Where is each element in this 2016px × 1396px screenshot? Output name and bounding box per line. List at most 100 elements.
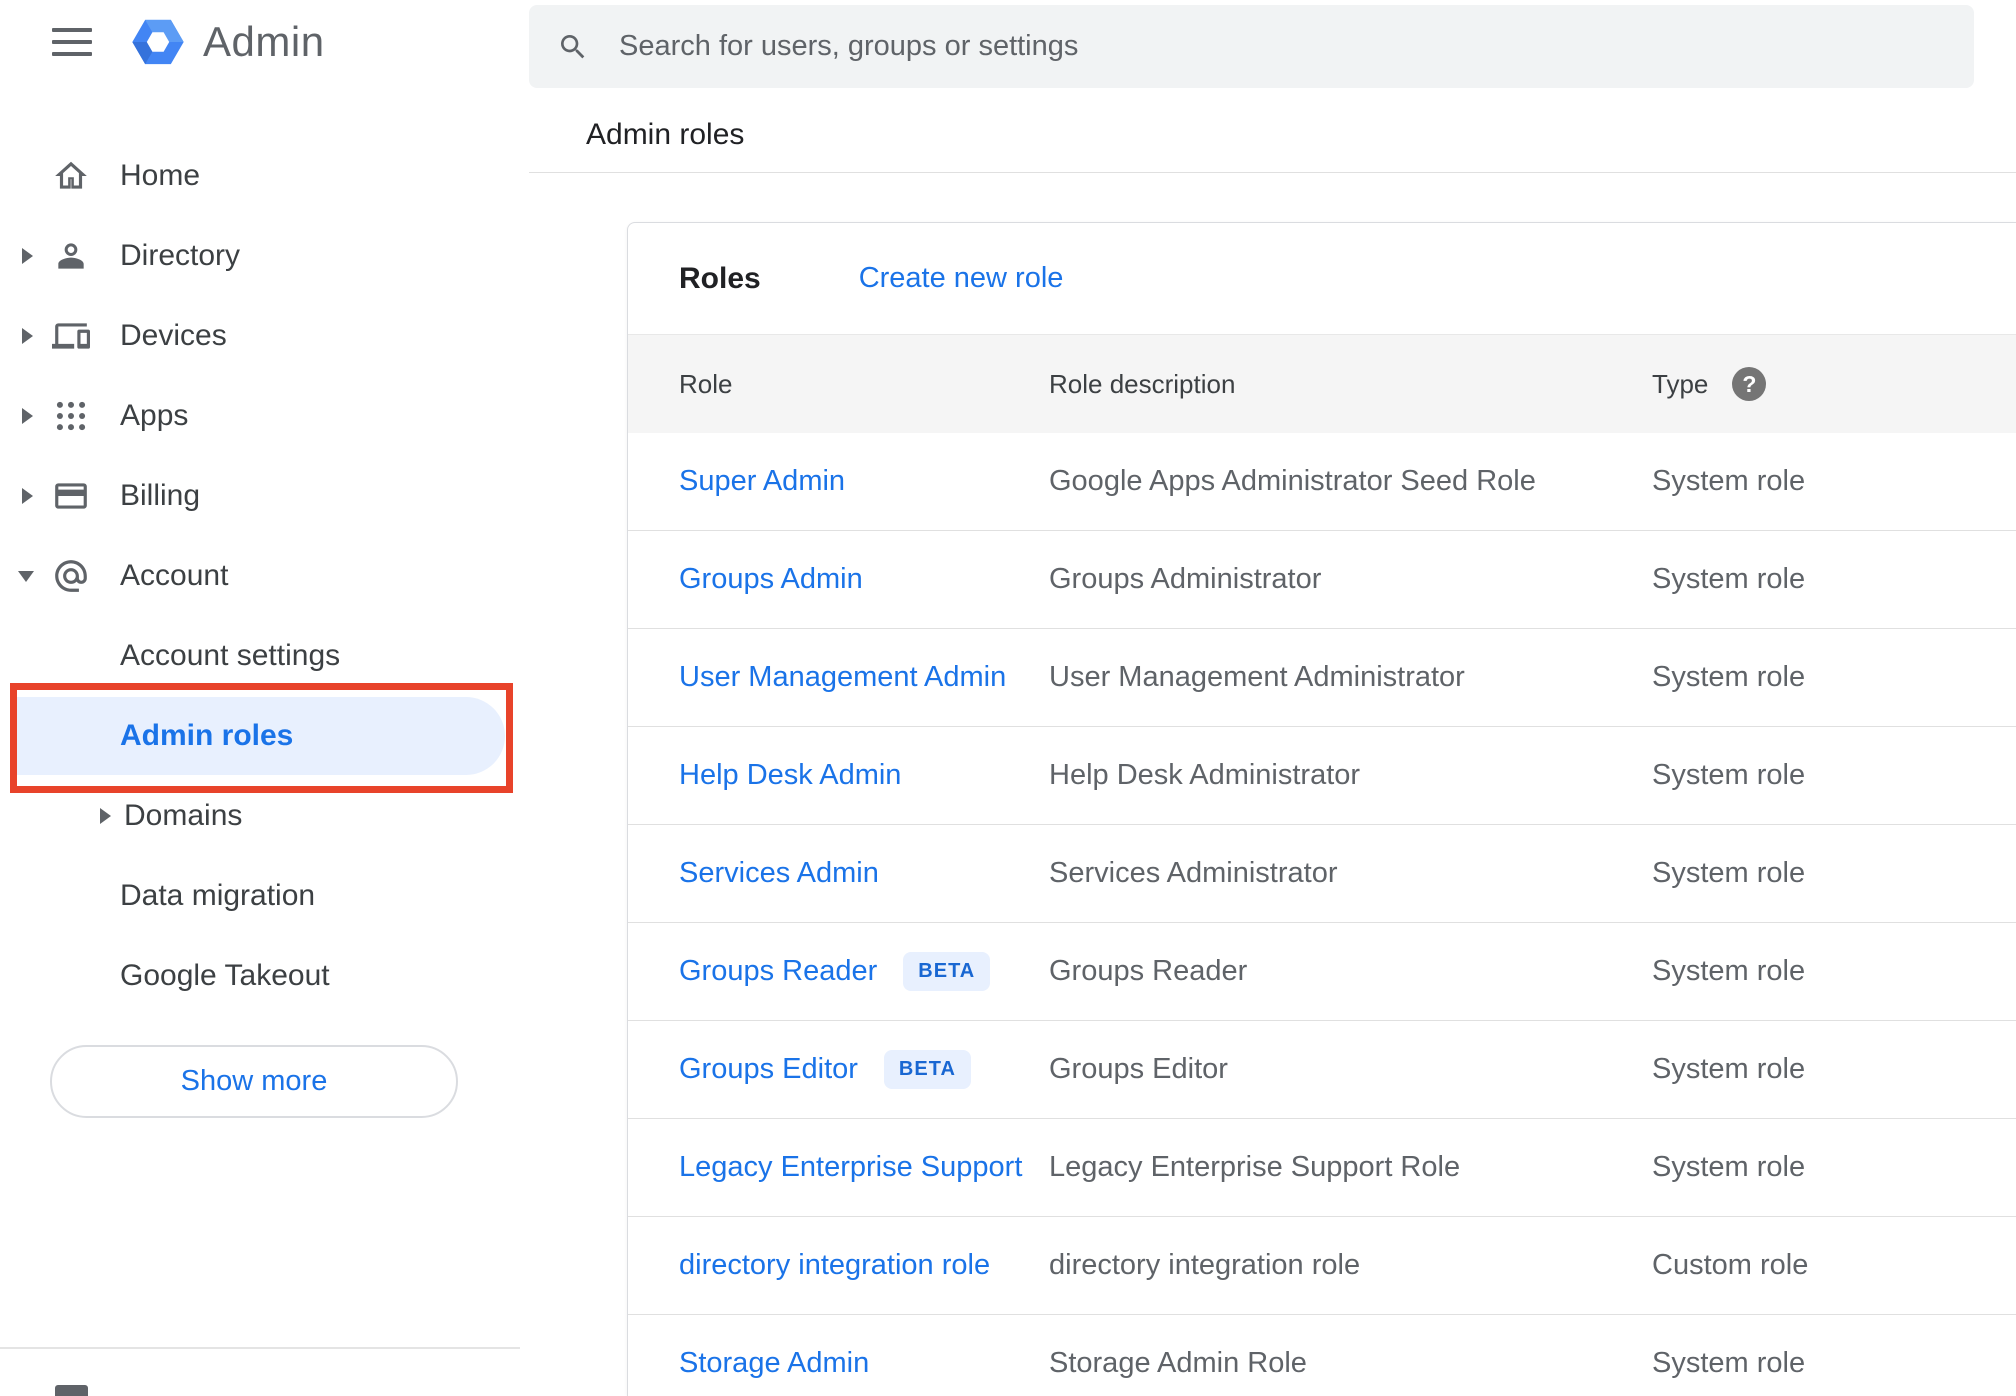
show-more-button[interactable]: Show more <box>50 1045 458 1118</box>
role-cell: Storage Admin <box>679 1347 1049 1380</box>
sidebar-item-label: Admin roles <box>120 719 294 752</box>
admin-hexagon-logo-icon <box>132 19 184 65</box>
roles-card: Roles Create new role Role Role descript… <box>627 222 2016 1396</box>
create-new-role-link[interactable]: Create new role <box>859 262 1064 295</box>
role-link[interactable]: Groups Editor <box>679 1053 858 1086</box>
role-description: Groups Reader <box>1049 955 1248 987</box>
role-link[interactable]: Storage Admin <box>679 1347 869 1380</box>
sidebar-item-account[interactable]: Account <box>0 536 531 616</box>
expand-caret-icon[interactable] <box>22 328 33 344</box>
role-cell: Services Admin <box>679 857 1049 890</box>
role-link[interactable]: Legacy Enterprise Support <box>679 1151 1022 1184</box>
expand-caret-icon[interactable] <box>22 248 33 264</box>
breadcrumb: Admin roles <box>586 118 745 151</box>
table-header-row: Role Role description Type ? <box>628 334 2016 433</box>
role-cell: Super Admin <box>679 465 1049 498</box>
sidebar-item-label: Account settings <box>120 639 341 672</box>
sidebar-item-admin-roles[interactable]: Admin roles <box>0 696 531 776</box>
search-icon <box>561 34 585 58</box>
role-link[interactable]: directory integration role <box>679 1249 990 1282</box>
sidebar-item-devices[interactable]: Devices <box>0 296 531 376</box>
at-icon <box>52 557 90 595</box>
sidebar-item-domains[interactable]: Domains <box>0 776 531 856</box>
role-cell: User Management Admin <box>679 661 1049 694</box>
role-link[interactable]: Groups Admin <box>679 563 863 596</box>
role-description: Groups Editor <box>1049 1053 1228 1085</box>
table-row: Groups Reader BETA Groups Reader System rol… <box>628 923 2016 1021</box>
role-cell: Help Desk Admin <box>679 759 1049 792</box>
column-header-role-description: Role description <box>1049 368 1236 399</box>
role-link[interactable]: Super Admin <box>679 465 845 498</box>
collapse-caret-icon[interactable] <box>18 570 34 582</box>
menu-icon[interactable] <box>52 28 92 56</box>
help-icon[interactable]: ? <box>1732 367 1767 401</box>
role-description: Google Apps Administrator Seed Role <box>1049 465 1536 497</box>
header-divider <box>529 172 2016 173</box>
table-body: Super Admin Google Apps Administrator See… <box>628 433 2016 1396</box>
sidebar-item-label: Devices <box>120 319 227 352</box>
sidebar-item-label: Google Takeout <box>120 959 330 992</box>
sidebar-item-label: Data migration <box>120 879 316 912</box>
sidebar-divider <box>0 1347 520 1349</box>
role-link[interactable]: Services Admin <box>679 857 879 890</box>
role-description: directory integration role <box>1049 1249 1361 1281</box>
table-row: Super Admin Google Apps Administrator See… <box>628 433 2016 531</box>
sidebar-item-data-migration[interactable]: Data migration <box>0 856 531 936</box>
search-input[interactable] <box>619 30 1946 63</box>
role-type: System role <box>1652 1151 1806 1183</box>
table-row: User Management Admin User Management Adm… <box>628 629 2016 727</box>
sidebar-item-google-takeout[interactable]: Google Takeout <box>0 936 531 1016</box>
role-type: Custom role <box>1652 1249 1809 1281</box>
role-description: Groups Administrator <box>1049 563 1322 595</box>
role-type: System role <box>1652 1347 1806 1379</box>
role-link[interactable]: User Management Admin <box>679 661 1006 694</box>
card-icon <box>52 477 90 515</box>
role-cell: Groups Reader BETA <box>679 952 1049 991</box>
role-description: Services Administrator <box>1049 857 1338 889</box>
role-type: System role <box>1652 857 1806 889</box>
sidebar-item-home[interactable]: Home <box>0 136 531 216</box>
expand-caret-icon[interactable] <box>100 808 111 824</box>
role-link[interactable]: Help Desk Admin <box>679 759 901 792</box>
devices-icon <box>52 317 90 355</box>
expand-caret-icon[interactable] <box>22 488 33 504</box>
sidebar-item-account-settings[interactable]: Account settings <box>0 616 531 696</box>
table-row: directory integration role directory inte… <box>628 1217 2016 1315</box>
role-description: Help Desk Administrator <box>1049 759 1361 791</box>
search-bar[interactable] <box>529 5 1974 88</box>
column-header-type: Type ? <box>1652 367 2016 401</box>
expand-caret-icon[interactable] <box>22 408 33 424</box>
role-type: System role <box>1652 661 1806 693</box>
admin-console: Admin Admin roles Home Directory Devices Ap… <box>0 0 2016 1396</box>
role-type: System role <box>1652 955 1806 987</box>
table-row: Storage Admin Storage Admin Role System ro… <box>628 1315 2016 1396</box>
role-cell: Groups Editor BETA <box>679 1050 1049 1089</box>
sidebar-item-directory[interactable]: Directory <box>0 216 531 296</box>
home-icon <box>52 157 90 195</box>
role-type: System role <box>1652 563 1806 595</box>
sidebar-item-label: Home <box>120 159 201 192</box>
column-header-role: Role <box>679 368 733 399</box>
apps-icon <box>52 397 90 435</box>
roles-title: Roles <box>679 261 761 295</box>
admin-logo: Admin <box>127 14 325 70</box>
role-description: User Management Administrator <box>1049 661 1465 693</box>
role-cell: Legacy Enterprise Support <box>679 1151 1049 1184</box>
role-description: Legacy Enterprise Support Role <box>1049 1151 1461 1183</box>
table-row: Groups Editor BETA Groups Editor System rol… <box>628 1021 2016 1119</box>
sidebar-item-label: Apps <box>120 399 189 432</box>
roles-card-header: Roles Create new role <box>628 223 2016 334</box>
role-link[interactable]: Groups Reader <box>679 955 877 988</box>
role-description: Storage Admin Role <box>1049 1347 1307 1379</box>
table-row: Help Desk Admin Help Desk Administrator Sy… <box>628 727 2016 825</box>
sidebar-item-label: Billing <box>120 479 201 512</box>
sidebar-item-apps[interactable]: Apps <box>0 376 531 456</box>
cutoff-footer-icon <box>55 1385 88 1396</box>
person-icon <box>52 237 90 275</box>
sidebar-item-label: Directory <box>120 239 241 272</box>
sidebar-item-billing[interactable]: Billing <box>0 456 531 536</box>
table-row: Groups Admin Groups Administrator System r… <box>628 531 2016 629</box>
beta-badge: BETA <box>903 952 991 991</box>
sidebar-nav: Home Directory Devices Apps Billing Account Ac… <box>0 136 531 1016</box>
role-cell: Groups Admin <box>679 563 1049 596</box>
